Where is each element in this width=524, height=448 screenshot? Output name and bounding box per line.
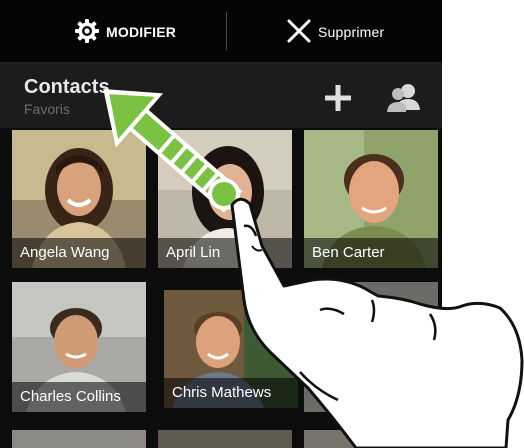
contact-tile[interactable]: Charles Collins xyxy=(12,282,146,412)
contact-name: Chris Mathews xyxy=(164,378,298,408)
contact-tile-partial[interactable] xyxy=(12,430,146,448)
contact-tile-partial[interactable] xyxy=(304,430,438,448)
people-icon xyxy=(387,84,420,112)
gear-icon xyxy=(74,18,100,47)
contact-name: April Lin xyxy=(158,238,292,268)
contact-tile[interactable]: Ben Carter xyxy=(304,130,438,268)
page-subtitle: Favoris xyxy=(24,101,70,117)
contact-tile[interactable]: Angela Wang xyxy=(12,130,146,268)
add-contact-button[interactable] xyxy=(322,82,354,114)
supprimer-button[interactable]: Supprimer xyxy=(286,14,384,50)
action-bar-divider xyxy=(226,12,227,50)
contact-tile[interactable]: April Lin xyxy=(158,130,292,268)
contact-photo xyxy=(304,282,438,412)
contact-tile[interactable] xyxy=(304,282,438,412)
page-title: Contacts xyxy=(24,76,110,98)
supprimer-label: Supprimer xyxy=(318,24,385,40)
modifier-label: MODIFIER xyxy=(106,24,177,40)
contact-tile-partial[interactable] xyxy=(158,430,292,448)
plus-icon xyxy=(325,85,351,111)
groups-button[interactable] xyxy=(386,80,422,116)
action-bar: MODIFIER Supprimer xyxy=(0,0,442,64)
contact-name: Charles Collins xyxy=(12,382,146,412)
close-icon xyxy=(286,18,312,47)
contacts-screen: MODIFIER Supprimer Contacts Favoris Ange… xyxy=(0,0,442,448)
contact-name: Angela Wang xyxy=(12,238,146,268)
contact-tile[interactable]: Chris Mathews xyxy=(164,290,298,408)
modifier-button[interactable]: MODIFIER xyxy=(74,14,176,50)
contact-name: Ben Carter xyxy=(304,238,438,268)
